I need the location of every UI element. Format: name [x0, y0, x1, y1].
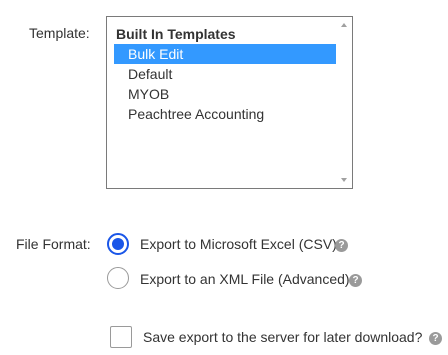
radio-export-excel-csv[interactable]	[107, 233, 129, 255]
question-mark-icon[interactable]: ?	[335, 239, 348, 252]
template-option-bulk-edit[interactable]: Bulk Edit	[114, 44, 336, 64]
save-export-label[interactable]: Save export to the server for later down…	[143, 329, 422, 345]
template-option-peachtree-accounting[interactable]: Peachtree Accounting	[114, 104, 336, 124]
template-label: Template:	[29, 25, 90, 41]
template-option-myob[interactable]: MYOB	[114, 84, 336, 104]
template-option-default[interactable]: Default	[114, 64, 336, 84]
listbox-scrollbar[interactable]	[337, 17, 352, 188]
radio-export-xml-label[interactable]: Export to an XML File (Advanced)	[140, 271, 350, 287]
save-export-checkbox[interactable]	[110, 326, 132, 348]
scroll-down-arrow-icon[interactable]	[341, 178, 347, 182]
scroll-up-arrow-icon[interactable]	[341, 23, 347, 27]
listbox-group-built-in-templates: Built In Templates	[116, 26, 236, 42]
question-mark-icon[interactable]: ?	[429, 332, 442, 345]
question-mark-icon[interactable]: ?	[349, 274, 362, 287]
radio-export-xml[interactable]	[107, 267, 129, 289]
export-settings-form: Template: Built In Templates Bulk Edit D…	[0, 0, 448, 355]
template-listbox[interactable]: Built In Templates Bulk Edit Default MYO…	[106, 16, 353, 189]
radio-export-excel-csv-label[interactable]: Export to Microsoft Excel (CSV)	[140, 236, 337, 252]
file-format-label: File Format:	[16, 236, 91, 252]
